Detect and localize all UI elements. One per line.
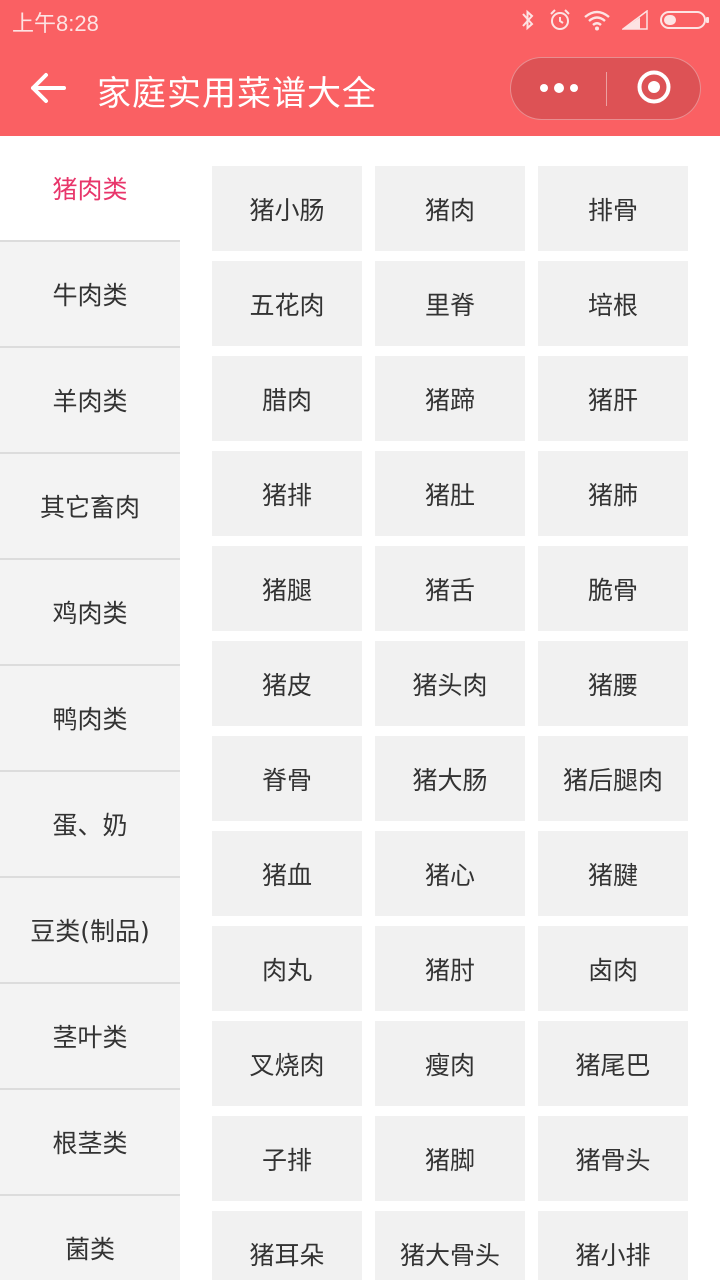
more-button[interactable] — [511, 58, 606, 119]
ingredient-content: 猪小肠 猪肉 排骨五花肉 里脊 培根腊肉 猪蹄 猪肝猪排 猪肚 猪肺猪腿 猪舌 脆骨猪皮 猪头肉 猪腰脊… — [180, 136, 720, 1280]
ingredient-item[interactable]: 培根 — [538, 261, 688, 346]
ingredient-item[interactable]: 猪血 — [212, 831, 362, 916]
ingredient-item[interactable]: 排骨 — [538, 166, 688, 251]
ingredient-item[interactable]: 腊肉 — [212, 356, 362, 441]
ingredient-item[interactable]: 猪大骨头 — [375, 1211, 525, 1280]
app-header: 上午8:28 家庭实用菜谱大全 — [0, 0, 720, 136]
alarm-icon — [548, 8, 572, 32]
sidebar-item-stem-leaf[interactable]: 茎叶类 — [0, 984, 180, 1090]
ingredient-item[interactable]: 猪肚 — [375, 451, 525, 536]
ingredient-item[interactable]: 卤肉 — [538, 926, 688, 1011]
ingredient-item[interactable]: 猪肘 — [375, 926, 525, 1011]
sidebar-item-pork[interactable]: 猪肉类 — [0, 136, 180, 242]
ingredient-item[interactable]: 猪腿 — [212, 546, 362, 631]
sidebar-item-other-meat[interactable]: 其它畜肉 — [0, 454, 180, 560]
sidebar-item-duck[interactable]: 鸭肉类 — [0, 666, 180, 772]
bluetooth-icon — [520, 8, 536, 32]
ingredient-item[interactable]: 猪肺 — [538, 451, 688, 536]
sidebar-item-lamb[interactable]: 羊肉类 — [0, 348, 180, 454]
status-bar: 上午8:28 — [0, 0, 720, 40]
ingredient-item[interactable]: 猪皮 — [212, 641, 362, 726]
ingredient-item[interactable]: 猪小肠 — [212, 166, 362, 251]
ingredient-item[interactable]: 脊骨 — [212, 736, 362, 821]
ingredient-item[interactable]: 子排 — [212, 1116, 362, 1201]
mini-program-capsule — [510, 57, 701, 120]
sidebar-item-beans[interactable]: 豆类(制品) — [0, 878, 180, 984]
ingredient-item[interactable]: 猪腱 — [538, 831, 688, 916]
signal-icon — [622, 10, 648, 30]
ingredient-item[interactable]: 猪舌 — [375, 546, 525, 631]
sidebar-item-mushroom[interactable]: 菌类 — [0, 1196, 180, 1280]
sidebar-item-egg-milk[interactable]: 蛋、奶 — [0, 772, 180, 878]
ingredient-item[interactable]: 猪腰 — [538, 641, 688, 726]
ingredient-grid: 猪小肠 猪肉 排骨五花肉 里脊 培根腊肉 猪蹄 猪肝猪排 猪肚 猪肺猪腿 猪舌 脆骨猪皮 猪头肉 猪腰脊… — [212, 166, 688, 1280]
close-button[interactable] — [607, 58, 701, 119]
ingredient-item[interactable]: 瘦肉 — [375, 1021, 525, 1106]
ingredient-item[interactable]: 肉丸 — [212, 926, 362, 1011]
ingredient-item[interactable]: 猪脚 — [375, 1116, 525, 1201]
close-target-icon — [636, 69, 672, 109]
ingredient-item[interactable]: 猪耳朵 — [212, 1211, 362, 1280]
ingredient-item[interactable]: 猪心 — [375, 831, 525, 916]
sidebar-item-chicken[interactable]: 鸡肉类 — [0, 560, 180, 666]
more-dots-icon — [539, 79, 579, 98]
ingredient-item[interactable]: 叉烧肉 — [212, 1021, 362, 1106]
ingredient-item[interactable]: 猪排 — [212, 451, 362, 536]
sidebar-item-root[interactable]: 根茎类 — [0, 1090, 180, 1196]
page-title: 家庭实用菜谱大全 — [97, 74, 377, 114]
ingredient-item[interactable]: 猪肝 — [538, 356, 688, 441]
nav-bar: 家庭实用菜谱大全 — [0, 40, 720, 136]
ingredient-item[interactable]: 脆骨 — [538, 546, 688, 631]
category-sidebar: 猪肉类 牛肉类 羊肉类 其它畜肉 鸡肉类 鸭肉类 蛋、奶 豆类(制品) 茎叶类 … — [0, 136, 180, 1280]
battery-icon — [660, 9, 710, 31]
ingredient-item[interactable]: 猪肉 — [375, 166, 525, 251]
wifi-icon — [584, 9, 610, 31]
ingredient-item[interactable]: 猪大肠 — [375, 736, 525, 821]
ingredient-item[interactable]: 猪尾巴 — [538, 1021, 688, 1106]
back-arrow-icon — [30, 72, 66, 108]
back-button[interactable] — [22, 64, 74, 116]
ingredient-item[interactable]: 猪后腿肉 — [538, 736, 688, 821]
ingredient-item[interactable]: 里脊 — [375, 261, 525, 346]
ingredient-item[interactable]: 猪蹄 — [375, 356, 525, 441]
sidebar-item-beef[interactable]: 牛肉类 — [0, 242, 180, 348]
status-icons — [520, 7, 710, 33]
status-time: 上午8:28 — [12, 11, 99, 36]
ingredient-item[interactable]: 五花肉 — [212, 261, 362, 346]
ingredient-item[interactable]: 猪小排 — [538, 1211, 688, 1280]
ingredient-item[interactable]: 猪头肉 — [375, 641, 525, 726]
ingredient-item[interactable]: 猪骨头 — [538, 1116, 688, 1201]
